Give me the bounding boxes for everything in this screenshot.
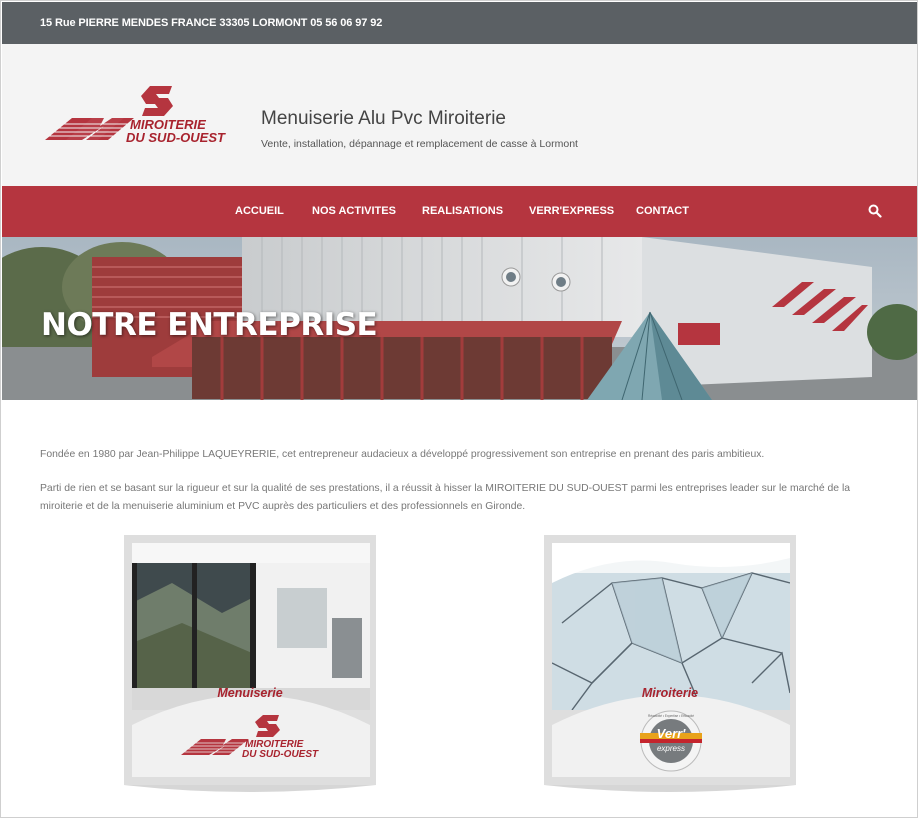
intro-paragraph-2: Parti de rien et se basant sur la rigueu… bbox=[40, 483, 851, 512]
company-logo[interactable]: MIROITERIE DU SUD-OUEST bbox=[42, 84, 242, 152]
activity-card-menuiserie[interactable]: Menuiserie MIROITERIE DU SUD-OUEST bbox=[124, 535, 376, 785]
search-icon[interactable] bbox=[868, 204, 882, 218]
logo-text-line2: DU SUD-OUEST bbox=[126, 130, 226, 145]
nav-item-verrexpress[interactable]: VERR'EXPRESS bbox=[529, 205, 614, 217]
nav-item-realisations[interactable]: REALISATIONS bbox=[422, 205, 503, 217]
nav-item-nos-activites[interactable]: NOS ACTIVITES bbox=[312, 205, 396, 217]
badge-ring-text: Réactivité • Expertise • Efficacité bbox=[648, 714, 694, 718]
site-header: MIROITERIE DU SUD-OUEST Menuiserie Alu P… bbox=[2, 44, 917, 186]
nav-item-accueil[interactable]: ACCUEIL bbox=[235, 205, 284, 217]
badge-sub-text: express bbox=[657, 744, 685, 753]
card-label-menuiserie: Menuiserie bbox=[217, 686, 283, 700]
verrexpress-badge: Verr' express Réactivité • Expertise • E… bbox=[640, 710, 702, 772]
site-tagline: Vente, installation, dépannage et rempla… bbox=[261, 138, 578, 150]
card-label-miroiterie: Miroiterie bbox=[641, 686, 699, 700]
nav-item-contact[interactable]: CONTACT bbox=[636, 205, 689, 217]
site-title[interactable]: Menuiserie Alu Pvc Miroiterie bbox=[261, 108, 506, 130]
card-logo-miroiterie: MIROITERIE DU SUD-OUEST bbox=[181, 715, 319, 760]
top-info-bar: 15 Rue PIERRE MENDES FRANCE 33305 LORMON… bbox=[2, 2, 917, 44]
badge-main-text: Verr' bbox=[657, 726, 687, 741]
intro-paragraph-1: Fondée en 1980 par Jean-Philippe LAQUEYR… bbox=[40, 449, 765, 460]
hero-banner: NOTRE ENTREPRISE bbox=[2, 237, 917, 400]
activity-card-miroiterie[interactable]: Miroiterie Verr' express Réactivité • Ex… bbox=[544, 535, 796, 785]
page-title: NOTRE ENTREPRISE bbox=[41, 307, 378, 343]
page: 15 Rue PIERRE MENDES FRANCE 33305 LORMON… bbox=[0, 0, 918, 818]
card-shadow bbox=[124, 785, 376, 792]
contact-address: 15 Rue PIERRE MENDES FRANCE 33305 LORMON… bbox=[40, 17, 383, 29]
main-navigation: ACCUEIL NOS ACTIVITES REALISATIONS VERR'… bbox=[2, 186, 917, 237]
card-shadow bbox=[544, 785, 796, 792]
card-logo-line2: DU SUD-OUEST bbox=[242, 749, 319, 760]
